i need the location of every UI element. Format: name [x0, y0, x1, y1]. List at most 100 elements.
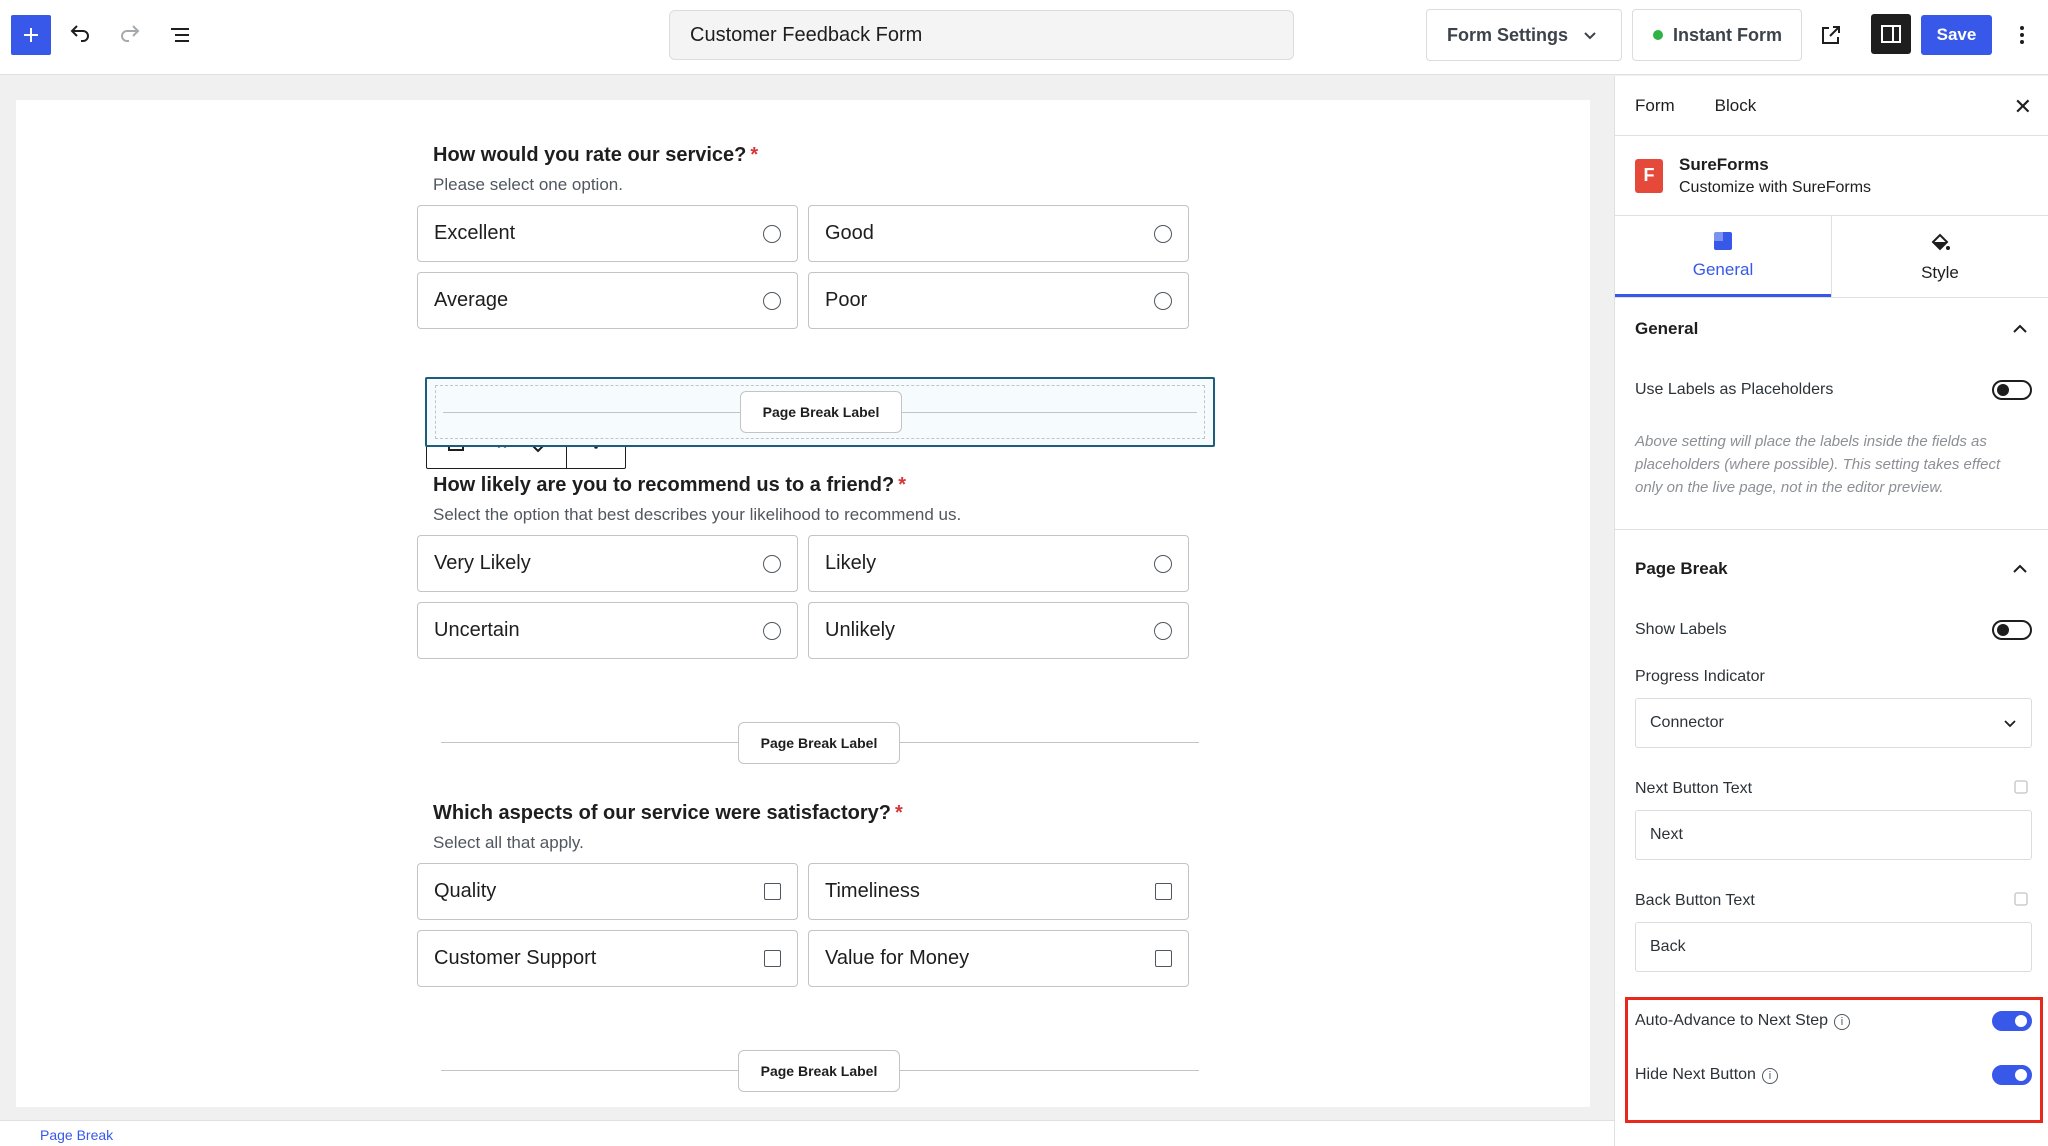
page-break-label[interactable]: Page Break Label [740, 391, 902, 433]
option-label: Uncertain [434, 619, 520, 641]
option-unlikely[interactable]: Unlikely [808, 602, 1189, 659]
question-help: Please select one option. [433, 175, 623, 194]
sidebar-tabs: Form Block ✕ [1615, 76, 2048, 136]
highlight-annotation-box [1625, 997, 2043, 1123]
tab-form[interactable]: Form [1635, 96, 1675, 116]
preview-external-button[interactable] [1811, 15, 1851, 55]
required-marker: * [894, 802, 903, 824]
option-label: Value for Money [825, 947, 970, 969]
page-break-label[interactable]: Page Break Label [738, 722, 900, 764]
progress-indicator-select[interactable]: Connector [1635, 698, 2032, 748]
option-label: Good [825, 222, 874, 244]
undo-button[interactable] [60, 15, 100, 55]
option-poor[interactable]: Poor [808, 272, 1189, 329]
page-break-block-selected[interactable]: Page Break Label [425, 377, 1215, 447]
checkbox-icon [1155, 883, 1172, 900]
radio-icon [1154, 291, 1172, 310]
page-break-block[interactable]: Page Break Label [425, 707, 1215, 777]
option-uncertain[interactable]: Uncertain [417, 602, 798, 659]
option-quality[interactable]: Quality [417, 863, 798, 920]
input-value: Back [1650, 938, 1686, 955]
kebab-menu-icon [2020, 26, 2024, 44]
more-options-button[interactable] [2002, 15, 2042, 55]
radio-icon [763, 621, 781, 640]
save-button[interactable]: Save [1921, 15, 1992, 55]
radio-icon [763, 224, 781, 243]
question-block-recommend[interactable]: How likely are you to recommend us to a … [433, 474, 1233, 525]
chevron-up-icon [2013, 324, 2027, 333]
select-value: Connector [1650, 714, 1724, 731]
question-help: Select all that apply. [433, 833, 584, 852]
radio-icon [1154, 621, 1172, 640]
form-title-text: Customer Feedback Form [690, 23, 923, 46]
radio-icon [763, 554, 781, 573]
show-labels-toggle[interactable] [1992, 620, 2032, 640]
dynamic-value-icon[interactable] [2014, 780, 2028, 794]
option-likely[interactable]: Likely [808, 535, 1189, 592]
add-block-button[interactable] [11, 15, 51, 55]
option-label: Customer Support [434, 947, 597, 969]
close-icon[interactable]: ✕ [2014, 94, 2032, 120]
form-settings-button[interactable]: Form Settings [1426, 9, 1622, 61]
block-card: F SureForms Customize with SureForms [1615, 136, 2048, 216]
tab-style[interactable]: Style [1831, 216, 2048, 297]
settings-sub-tabs: General Style [1615, 216, 2048, 298]
chevron-down-icon [2004, 720, 2016, 728]
redo-button[interactable] [110, 15, 150, 55]
document-overview-button[interactable] [160, 15, 200, 55]
option-label: Unlikely [825, 619, 896, 641]
page-break-section-header[interactable]: Page Break [1615, 538, 2048, 600]
page-break-block[interactable]: Page Break Label [425, 1035, 1215, 1105]
setting-label: Progress Indicator [1635, 668, 1765, 685]
question-title-text: How likely are you to recommend us to a … [433, 474, 895, 496]
next-button-text-input[interactable]: Next [1635, 810, 2032, 860]
form-title-input[interactable]: Customer Feedback Form [669, 10, 1294, 60]
paint-bucket-icon [1931, 233, 1950, 250]
setting-label: Back Button Text [1635, 892, 1755, 909]
instant-form-button[interactable]: Instant Form [1632, 9, 1802, 61]
next-button-text-label: Next Button Text [1615, 780, 2048, 798]
setting-label: Next Button Text [1635, 780, 1753, 797]
back-button-text-input[interactable]: Back [1635, 922, 2032, 972]
use-labels-placeholders-toggle[interactable] [1992, 380, 2032, 400]
question-block-rating[interactable]: How would you rate our service? * Please … [433, 144, 1233, 195]
tab-general[interactable]: General [1615, 216, 1831, 297]
option-label: Quality [434, 880, 497, 902]
progress-indicator-label: Progress Indicator [1615, 668, 2048, 686]
option-value-for-money[interactable]: Value for Money [808, 930, 1189, 987]
question-block-aspects[interactable]: Which aspects of our service were satisf… [433, 802, 1233, 853]
option-timeliness[interactable]: Timeliness [808, 863, 1189, 920]
checkbox-icon [1155, 950, 1172, 967]
general-section-header[interactable]: General [1615, 298, 2048, 360]
use-labels-placeholders-row: Use Labels as Placeholders [1615, 360, 2048, 420]
page-break-label[interactable]: Page Break Label [738, 1050, 900, 1092]
option-customer-support[interactable]: Customer Support [417, 930, 798, 987]
question-title: How likely are you to recommend us to a … [433, 474, 1233, 497]
sidebar-icon [1881, 25, 1901, 43]
breadcrumb-page-break[interactable]: Page Break [40, 1127, 113, 1143]
question-title-text: How would you rate our service? [433, 144, 747, 166]
setting-label: Show Labels [1635, 621, 1727, 638]
section-title: Page Break [1635, 559, 1728, 578]
dynamic-value-icon[interactable] [2014, 892, 2028, 906]
external-link-icon [1822, 26, 1840, 44]
option-very-likely[interactable]: Very Likely [417, 535, 798, 592]
editor-header: Customer Feedback Form Form Settings Ins… [0, 0, 2048, 75]
option-average[interactable]: Average [417, 272, 798, 329]
question-title: How would you rate our service? * [433, 144, 1233, 167]
required-marker: * [898, 474, 907, 496]
checkbox-icon [764, 950, 781, 967]
tab-block[interactable]: Block [1715, 96, 1757, 116]
option-label: Poor [825, 289, 868, 311]
radio-icon [1154, 554, 1172, 573]
option-excellent[interactable]: Excellent [417, 205, 798, 262]
settings-sidebar-toggle[interactable] [1871, 14, 1911, 54]
input-value: Next [1650, 826, 1683, 843]
option-label: Timeliness [825, 880, 920, 902]
question-help: Select the option that best describes yo… [433, 505, 962, 524]
tab-general-label: General [1692, 260, 1754, 279]
radio-icon [763, 291, 781, 310]
settings-sidebar: Form Block ✕ F SureForms Customize with … [1614, 76, 2048, 1146]
option-good[interactable]: Good [808, 205, 1189, 262]
editor-canvas: How would you rate our service? * Please … [16, 100, 1590, 1107]
